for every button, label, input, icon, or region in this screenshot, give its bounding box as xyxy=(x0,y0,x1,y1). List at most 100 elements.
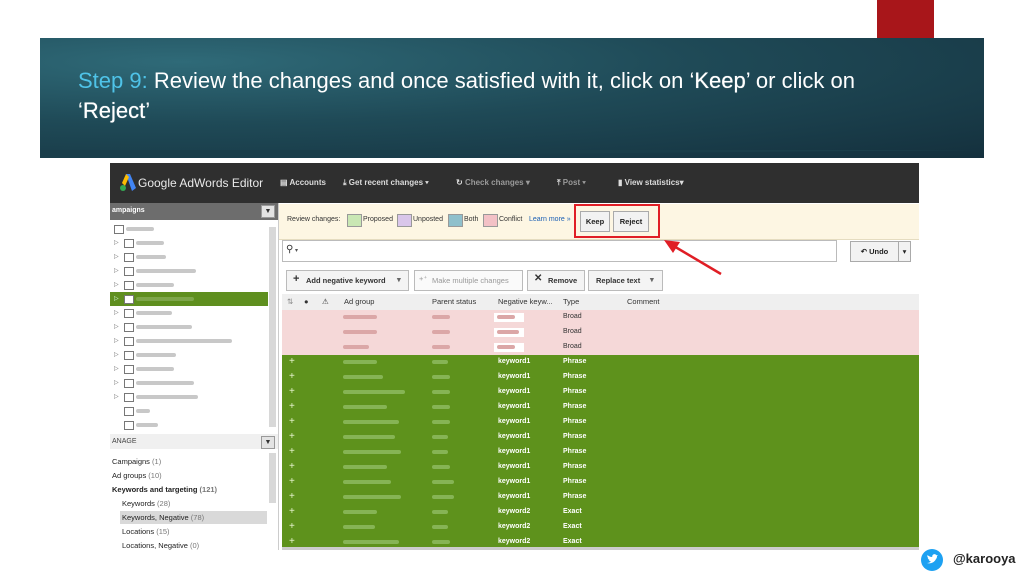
manage-locations-negative[interactable]: Locations, Negative (0) xyxy=(122,541,199,550)
campaign-icon xyxy=(124,239,134,248)
remove-button[interactable]: ✕ Remove xyxy=(527,270,585,291)
grid-row-added[interactable]: + keyword1 Phrase xyxy=(282,490,919,506)
search-dropdown-icon[interactable]: ▾ xyxy=(295,247,298,254)
manage-locations[interactable]: Locations (15) xyxy=(122,527,170,536)
replace-text-button[interactable]: Replace text ▾ xyxy=(588,270,663,291)
campaigns-panel-header: ampaigns ▼ xyxy=(110,203,278,220)
added-plus-icon: + xyxy=(289,386,295,397)
proposed-swatch xyxy=(347,214,362,227)
tree-campaign-row[interactable]: ▷ xyxy=(110,250,268,264)
slide-title: Step 9: Review the changes and once sati… xyxy=(78,66,868,126)
tree-campaign-row[interactable] xyxy=(110,404,268,418)
tree-campaign-row[interactable] xyxy=(110,418,268,432)
tree-campaign-row[interactable]: ▷ xyxy=(110,278,268,292)
campaign-icon xyxy=(124,421,134,430)
manage-keywords-and-targeting[interactable]: Keywords and targeting (121) xyxy=(112,485,217,494)
warning-icon: ⚠ xyxy=(322,297,329,306)
tree-campaign-row[interactable]: ▷ xyxy=(110,348,268,362)
undo-icon: ↶ xyxy=(860,247,870,256)
campaign-icon xyxy=(124,253,134,262)
tree-campaign-row[interactable]: ▷ xyxy=(110,390,268,404)
keep-word: Keep xyxy=(694,68,746,93)
grid-row-added[interactable]: + keyword1 Phrase xyxy=(282,355,919,371)
search-input[interactable]: ⚲ ▾ xyxy=(282,240,837,262)
tree-campaign-row[interactable]: ▷ xyxy=(110,376,268,390)
tree-campaign-row-selected[interactable]: ▷ xyxy=(110,292,268,306)
added-plus-icon: + xyxy=(289,536,295,547)
grid-row-added[interactable]: + keyword1 Phrase xyxy=(282,400,919,416)
grid-row-added[interactable]: + keyword1 Phrase xyxy=(282,475,919,491)
campaign-icon xyxy=(124,267,134,276)
grid-row-conflict[interactable]: Broad xyxy=(282,310,919,326)
grid-row-conflict[interactable]: Broad xyxy=(282,340,919,356)
campaign-icon xyxy=(124,379,134,388)
added-plus-icon: + xyxy=(289,446,295,457)
reject-word: Reject xyxy=(82,98,146,123)
view-statistics-button[interactable]: ▮ View statistics▾ xyxy=(618,178,684,187)
col-ad-group[interactable]: Ad group xyxy=(344,297,374,306)
col-parent-status[interactable]: Parent status xyxy=(432,297,476,306)
sort-icon[interactable]: ⇅ xyxy=(287,297,293,306)
added-plus-icon: + xyxy=(289,461,295,472)
added-plus-icon: + xyxy=(289,431,295,442)
col-comment[interactable]: Comment xyxy=(627,297,660,306)
grid-row-added[interactable]: + keyword1 Phrase xyxy=(282,385,919,401)
campaign-icon xyxy=(124,393,134,402)
grid-row-added[interactable]: + keyword1 Phrase xyxy=(282,460,919,476)
grid-row-added[interactable]: + keyword2 Exact xyxy=(282,505,919,521)
added-plus-icon: + xyxy=(289,371,295,382)
manage-keywords-negative[interactable]: Keywords, Negative (78) xyxy=(122,513,204,522)
make-multiple-changes-button[interactable]: +⁺ Make multiple changes xyxy=(414,270,523,291)
campaign-icon xyxy=(124,407,134,416)
campaign-icon xyxy=(124,351,134,360)
campaign-icon xyxy=(124,309,134,318)
tree-campaign-row[interactable]: ▷ xyxy=(110,320,268,334)
campaign-icon xyxy=(124,337,134,346)
review-changes-label: Review changes: xyxy=(287,216,341,223)
grid-row-conflict[interactable]: Broad xyxy=(282,325,919,341)
title-text-3: ’ xyxy=(145,98,151,123)
plus-icon: + xyxy=(293,273,300,285)
tree-account-row[interactable] xyxy=(110,222,268,236)
check-changes-button[interactable]: ↻ Check changes ▾ xyxy=(456,178,530,187)
col-type[interactable]: Type xyxy=(563,297,579,306)
manage-filter-icon[interactable]: ▼ xyxy=(261,436,275,449)
get-recent-changes-button[interactable]: ⤓ Get recent changes ▾ xyxy=(343,178,429,188)
search-icon: ⚲ xyxy=(286,244,294,255)
grid-row-added[interactable]: + keyword1 Phrase xyxy=(282,415,919,431)
post-button[interactable]: ⤒ Post ▾ xyxy=(557,178,586,188)
grid-row-added[interactable]: + keyword1 Phrase xyxy=(282,430,919,446)
keep-reject-highlight-box xyxy=(574,204,660,238)
grid-row-added[interactable]: + keyword1 Phrase xyxy=(282,445,919,461)
add-negative-keyword-button[interactable]: + Add negative keyword ▾ xyxy=(286,270,409,291)
tree-campaign-row[interactable]: ▷ xyxy=(110,334,268,348)
legend-proposed: Proposed xyxy=(363,216,393,223)
undo-button[interactable]: ↶ Undo xyxy=(850,241,899,262)
manage-ad-groups[interactable]: Ad groups (10) xyxy=(112,471,162,480)
google-ads-logo-icon xyxy=(120,174,136,191)
tree-campaign-row[interactable]: ▷ xyxy=(110,306,268,320)
tree-scrollbar[interactable] xyxy=(269,227,276,427)
learn-more-link[interactable]: Learn more » xyxy=(529,216,571,223)
filter-icon[interactable]: ▼ xyxy=(261,205,275,218)
manage-panel-header: ANAGE ▼ xyxy=(110,434,278,449)
legend-both: Both xyxy=(464,216,479,223)
manage-scrollbar[interactable] xyxy=(269,453,276,503)
added-plus-icon: + xyxy=(289,416,295,427)
tree-campaign-row[interactable]: ▷ xyxy=(110,264,268,278)
added-plus-icon: + xyxy=(289,401,295,412)
campaign-icon xyxy=(124,323,134,332)
grid-row-added[interactable]: + keyword1 Phrase xyxy=(282,370,919,386)
grid-row-added[interactable]: + keyword2 Exact xyxy=(282,520,919,536)
app-toolbar: Google AdWords Editor ▤ Accounts ⤓ Get r… xyxy=(110,163,919,203)
grid-horizontal-scrollbar[interactable] xyxy=(282,547,919,550)
undo-dropdown-icon[interactable]: ▾ xyxy=(898,241,911,262)
manage-keywords[interactable]: Keywords (28) xyxy=(122,499,170,508)
tree-campaign-row[interactable]: ▷ xyxy=(110,362,268,376)
manage-campaigns[interactable]: Campaigns (1) xyxy=(112,457,161,466)
added-plus-icon: + xyxy=(289,491,295,502)
campaign-icon xyxy=(124,281,134,290)
tree-campaign-row[interactable]: ▷ xyxy=(110,236,268,250)
col-negative-keyword[interactable]: Negative keyw... xyxy=(498,297,553,306)
accounts-button[interactable]: ▤ Accounts xyxy=(280,178,326,187)
